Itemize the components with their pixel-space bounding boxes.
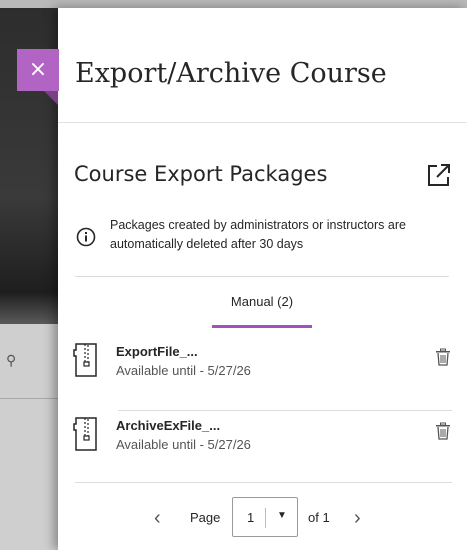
page-select-value: 1 (247, 510, 255, 525)
previous-page-button[interactable]: ‹ (154, 507, 161, 530)
close-button-notch (44, 91, 58, 105)
zip-file-icon (73, 417, 97, 451)
next-page-button[interactable]: › (354, 507, 361, 530)
page-total: of 1 (308, 510, 330, 525)
package-availability: Available until - 5/27/26 (116, 437, 251, 452)
package-availability: Available until - 5/27/26 (116, 363, 251, 378)
title-divider (58, 122, 467, 123)
close-icon: × (28, 57, 48, 82)
info-message: Packages created by administrators or in… (110, 218, 406, 251)
active-tab-indicator (212, 325, 312, 328)
page-select-separator (265, 508, 266, 528)
delete-icon[interactable] (435, 348, 451, 366)
close-panel-button[interactable]: × (17, 49, 59, 91)
row-divider (75, 482, 452, 483)
page-select[interactable]: 1 ▼ (232, 497, 298, 537)
backdrop-divider (0, 398, 58, 399)
page-label: Page (190, 510, 221, 525)
package-name[interactable]: ExportFile_... (116, 344, 198, 359)
pagination: ‹ Page 1 ▼ of 1 › (154, 497, 374, 539)
open-external-icon[interactable] (426, 162, 452, 188)
package-row[interactable]: ArchiveExFile_... Available until - 5/27… (72, 416, 452, 476)
tab-label: Manual (2) (230, 294, 294, 309)
info-icon (76, 227, 96, 247)
panel-title: Export/Archive Course (75, 58, 387, 89)
chevron-down-icon: ▼ (277, 510, 287, 521)
row-divider (118, 410, 452, 411)
search-icon: ⚲ (6, 352, 17, 368)
section-title: Course Export Packages (74, 162, 328, 186)
package-name[interactable]: ArchiveExFile_... (116, 418, 220, 433)
zip-file-icon (73, 343, 97, 377)
tab-manual[interactable]: Manual (2) (210, 292, 314, 328)
info-divider (75, 276, 449, 277)
delete-icon[interactable] (435, 422, 451, 440)
export-archive-panel: × Export/Archive Course Course Export Pa… (17, 8, 467, 550)
package-row[interactable]: ExportFile_... Available until - 5/27/26 (72, 342, 452, 402)
